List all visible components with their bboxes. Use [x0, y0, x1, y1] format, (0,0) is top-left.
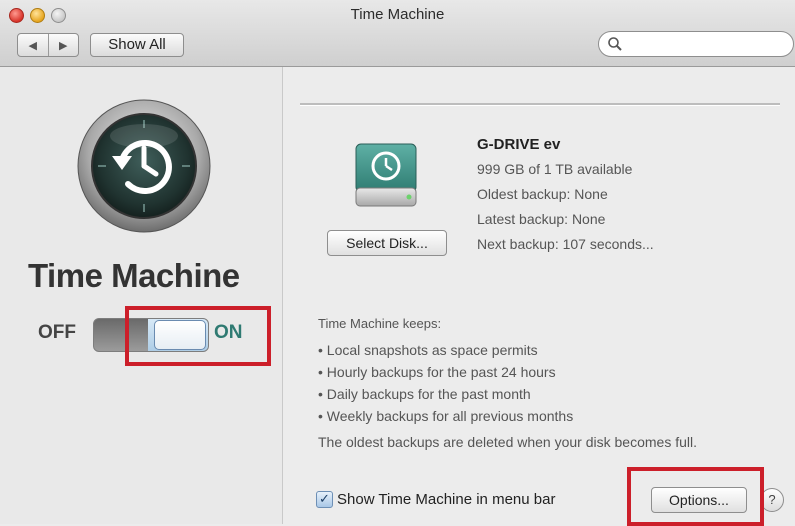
oldest-backup: Oldest backup: None: [477, 186, 608, 202]
switch-highlight-annotation: [125, 306, 271, 366]
external-drive-icon: [355, 143, 417, 207]
forward-button[interactable]: ▶: [47, 34, 79, 56]
search-field[interactable]: [598, 31, 794, 57]
deletion-note: The oldest backups are deleted when your…: [318, 434, 697, 450]
disk-name: G-DRIVE ev: [477, 136, 561, 153]
app-name-heading: Time Machine: [28, 257, 240, 294]
back-button[interactable]: ◀: [18, 34, 48, 56]
window-title: Time Machine: [350, 6, 445, 23]
back-arrow-icon: ◀: [28, 39, 37, 52]
options-highlight-annotation: [627, 467, 764, 526]
switch-off-label: OFF: [38, 322, 76, 343]
back-forward-control: ◀ ▶: [17, 33, 79, 57]
search-icon: [608, 37, 622, 51]
show-in-menubar-label[interactable]: Show Time Machine in menu bar: [337, 491, 555, 508]
keeps-heading: Time Machine keeps:: [318, 316, 442, 331]
forward-arrow-icon: ▶: [59, 39, 68, 52]
show-all-button[interactable]: Show All: [90, 33, 184, 57]
section-divider: [300, 103, 780, 105]
select-disk-button[interactable]: Select Disk...: [327, 230, 447, 256]
latest-backup: Latest backup: None: [477, 211, 606, 227]
keeps-bullet: • Local snapshots as space permits: [318, 342, 538, 358]
show-in-menubar-checkbox[interactable]: ✓: [316, 491, 333, 508]
time-machine-icon: [77, 99, 211, 233]
keeps-bullet: • Hourly backups for the past 24 hours: [318, 364, 556, 380]
keeps-bullet: • Daily backups for the past month: [318, 386, 531, 402]
title-bar: Time Machine ◀ ▶ Show All: [0, 0, 795, 67]
disk-capacity: 999 GB of 1 TB available: [477, 161, 633, 177]
next-backup: Next backup: 107 seconds...: [477, 236, 654, 252]
keeps-bullet: • Weekly backups for all previous months: [318, 408, 574, 424]
